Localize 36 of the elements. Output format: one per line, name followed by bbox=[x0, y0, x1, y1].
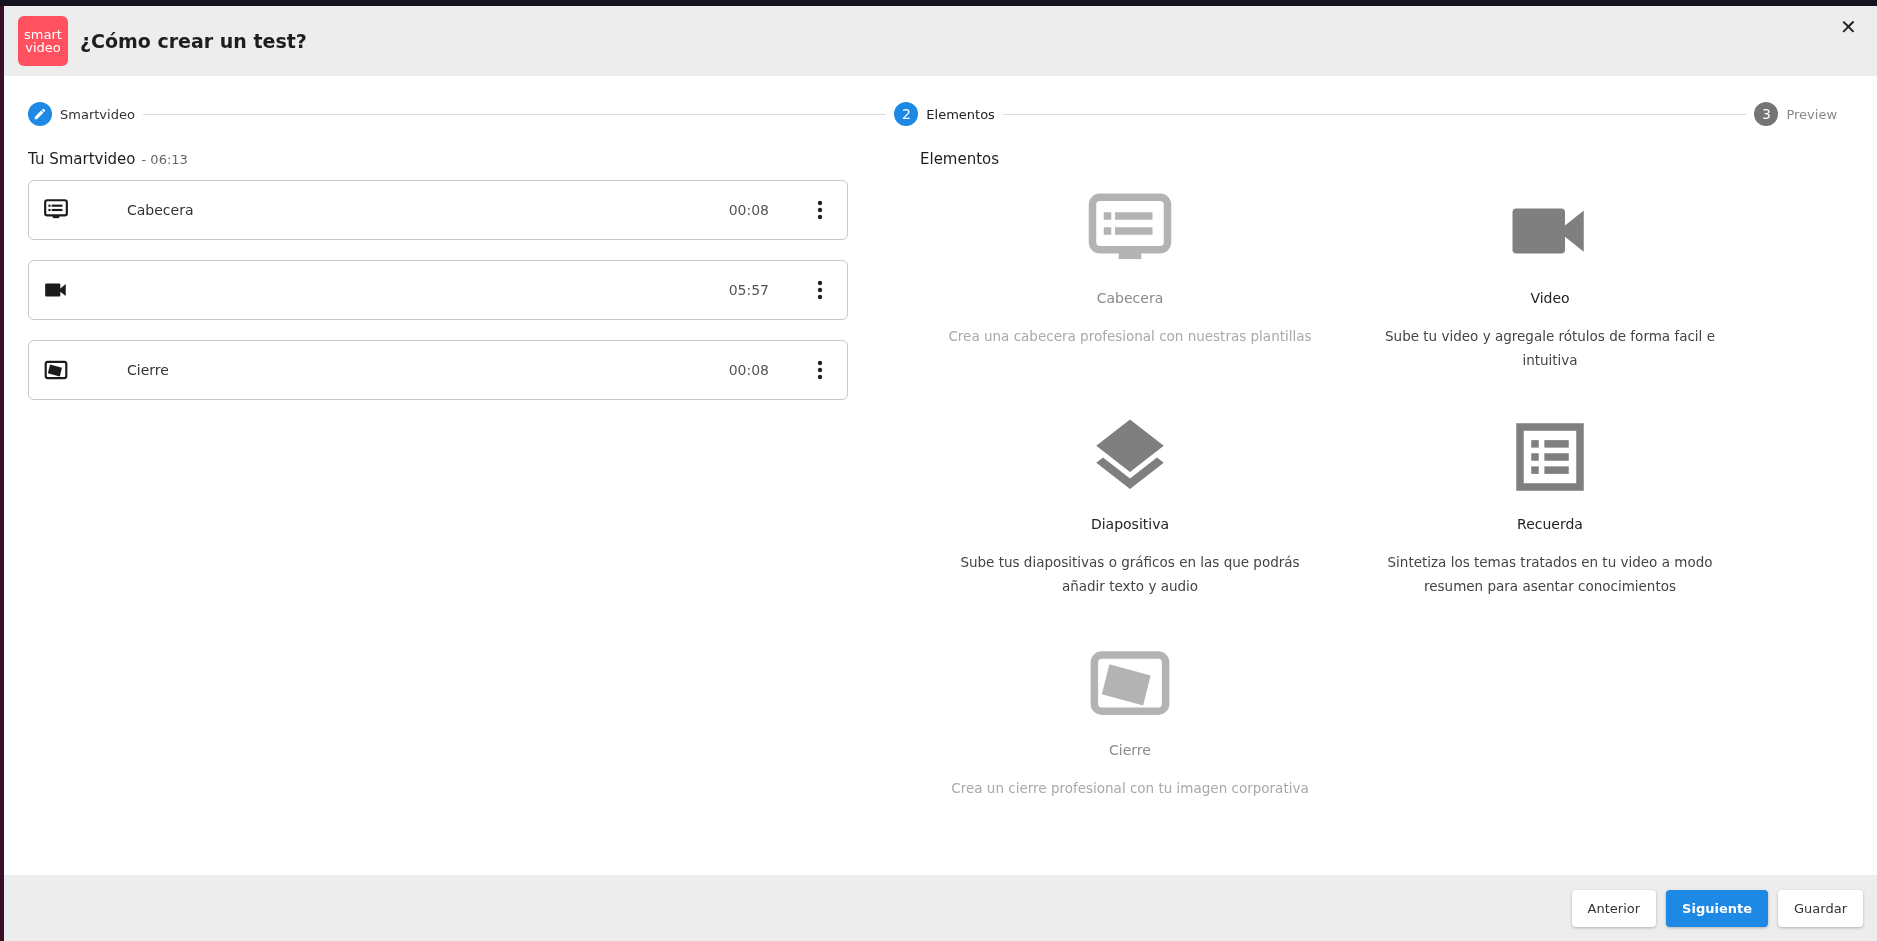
app-logo: smart video bbox=[18, 16, 68, 66]
footer-button[interactable]: Guardar bbox=[1778, 889, 1863, 927]
more-vertical-icon[interactable] bbox=[817, 200, 823, 220]
timeline-item[interactable]: 05:57 bbox=[28, 260, 848, 320]
timeline-title: Tu Smartvideo bbox=[28, 150, 136, 168]
step-label[interactable]: Elementos bbox=[926, 106, 995, 122]
item-duration: 05:57 bbox=[728, 282, 769, 298]
step-label[interactable]: Smartvideo bbox=[60, 106, 135, 122]
total-duration: - 06:13 bbox=[141, 151, 188, 167]
dialog-title: ¿Cómo crear un test? bbox=[80, 30, 308, 52]
more-vertical-icon[interactable] bbox=[817, 280, 823, 300]
element-name: Cabecera bbox=[1096, 290, 1164, 306]
step-number[interactable]: 2 bbox=[894, 102, 919, 126]
step-number[interactable]: 3 bbox=[1754, 102, 1779, 126]
pencil-icon[interactable] bbox=[28, 102, 52, 126]
next-button[interactable]: Siguiente bbox=[1666, 889, 1769, 927]
timeline-item[interactable]: Cierre 00:08 bbox=[28, 340, 848, 400]
item-duration: 00:08 bbox=[728, 362, 769, 378]
more-vertical-icon[interactable] bbox=[817, 360, 823, 380]
element-description: Crea un cierre profesional con tu imagen corporativa bbox=[951, 779, 1309, 798]
element-name: Cierre bbox=[1109, 742, 1151, 758]
element-description: Sube tu video y agregale rótulos de forma facil e intuitiva bbox=[1384, 327, 1716, 370]
step-label[interactable]: Preview bbox=[1786, 106, 1837, 122]
timeline-item[interactable]: Cabecera 00:08 bbox=[28, 180, 848, 240]
element-name[interactable]: Diapositiva bbox=[1090, 516, 1170, 532]
element-description: Sube tus diapositivas o gráficos en las que podrás añadir texto y audio bbox=[959, 553, 1301, 596]
item-name: Cabecera bbox=[127, 202, 194, 218]
element-description: Crea una cabecera profesional con nuestras plantillas bbox=[948, 327, 1312, 346]
close-button[interactable]: ✕ bbox=[1834, 14, 1863, 40]
element-name[interactable]: Recuerda bbox=[1517, 516, 1583, 532]
footer-button[interactable]: Anterior bbox=[1571, 889, 1657, 927]
item-duration: 00:08 bbox=[728, 202, 769, 218]
element-description: Sintetiza los temas tratados en tu video a modo resumen para asentar conocimientos bbox=[1386, 553, 1714, 596]
item-name: Cierre bbox=[127, 362, 169, 378]
element-name[interactable]: Video bbox=[1530, 290, 1570, 306]
elements-title: Elementos bbox=[920, 150, 1000, 168]
